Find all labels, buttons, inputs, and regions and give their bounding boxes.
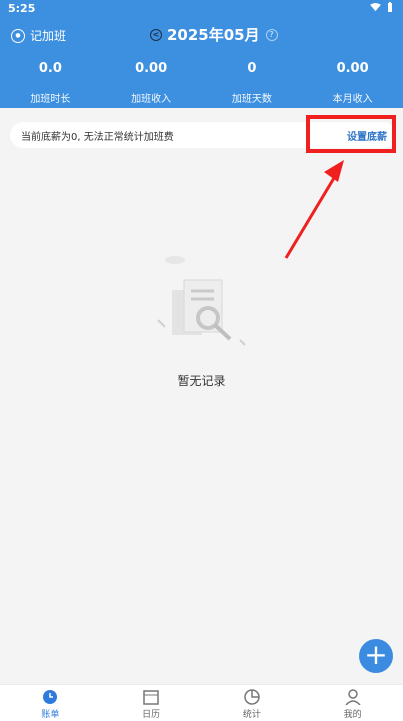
user-icon	[345, 689, 361, 705]
empty-state-text: 暂无记录	[177, 374, 226, 388]
bottom-tab-bar: 账单 日历 统计 我的	[0, 684, 403, 721]
tab-label: 日历	[142, 710, 161, 720]
tab-label: 统计	[242, 710, 261, 720]
empty-state-illustration	[157, 256, 246, 346]
annotation-arrow	[284, 160, 344, 259]
calendar-icon	[143, 690, 159, 705]
tab-bill[interactable]: 账单	[0, 685, 101, 721]
tab-label: 账单	[41, 710, 60, 720]
add-record-button[interactable]: +	[359, 639, 393, 673]
chart-icon	[244, 689, 260, 705]
tab-calendar[interactable]: 日历	[101, 685, 202, 721]
tab-statistics[interactable]: 统计	[202, 685, 303, 721]
tab-profile[interactable]: 我的	[302, 685, 403, 721]
tab-label: 我的	[343, 710, 362, 720]
bill-icon	[43, 690, 58, 704]
